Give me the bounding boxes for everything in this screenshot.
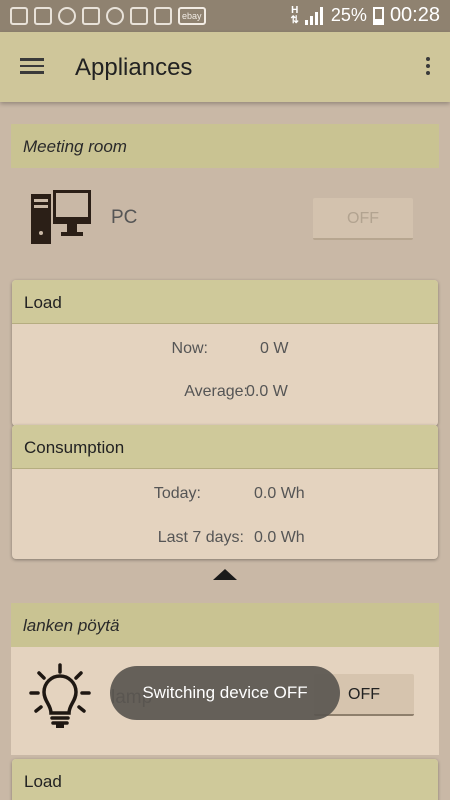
room-name: Meeting room (23, 137, 127, 156)
stat-row-last-7-days: Last 7 days: 0.0 Wh (12, 515, 438, 559)
page-title: Appliances (75, 54, 193, 81)
clock: 00:28 (389, 4, 440, 26)
desktop-computer-icon (31, 190, 91, 244)
hangouts-icon (58, 7, 76, 25)
device-row-pc: PC OFF (11, 168, 439, 266)
device-toggle-button[interactable]: OFF (313, 198, 413, 240)
stat-row-average: Average: 0.0 W (12, 370, 438, 414)
room-header-lanken-poyta: lanken pöytä (11, 603, 439, 647)
collapse-arrow-icon[interactable] (213, 569, 237, 580)
app-bar: Appliances (0, 32, 450, 102)
toast-message: Switching device OFF (110, 666, 340, 720)
room-name: lanken pöytä (23, 616, 120, 635)
battery-percent: 25% (330, 5, 367, 25)
stat-label: Now: (171, 340, 208, 357)
stat-value: 0.0 Wh (254, 485, 305, 502)
consumption-card: Consumption Today: 0.0 Wh Last 7 days: 0… (12, 425, 438, 559)
facebook-icon (34, 7, 52, 25)
stat-value: 0 W (260, 340, 289, 357)
rss-icon (130, 7, 148, 25)
chat-icon (10, 7, 28, 25)
stat-label: Average: (184, 383, 248, 400)
pause-icon (106, 7, 124, 25)
notification-icons: ebay (10, 7, 206, 25)
card-header: Consumption (12, 425, 438, 469)
card-title: Load (24, 293, 62, 312)
ebay-icon: ebay (178, 7, 206, 25)
card-header: Load (12, 280, 438, 324)
network-type-icon: H ⇅ (290, 4, 299, 26)
room-header-meeting-room: Meeting room (11, 124, 439, 168)
stat-value: 0.0 W (246, 383, 288, 400)
stat-row-now: Now: 0 W (12, 326, 438, 370)
battery-icon (372, 6, 384, 25)
load-card: Load (12, 759, 438, 800)
status-bar: ebay H ⇅ 25% 00:28 (0, 0, 450, 32)
stat-label: Today: (153, 485, 201, 502)
signal-icon (304, 6, 325, 25)
hamburger-menu-icon[interactable] (20, 54, 50, 80)
instagram-icon (154, 7, 172, 25)
card-title: Load (24, 772, 62, 791)
gallery-icon (82, 7, 100, 25)
card-title: Consumption (24, 438, 125, 457)
card-header: Load (12, 759, 438, 800)
stat-value: 0.0 Wh (254, 529, 305, 546)
overflow-menu-icon[interactable] (424, 54, 432, 80)
stat-row-today: Today: 0.0 Wh (12, 471, 438, 515)
load-card: Load Now: 0 W Average: 0.0 W (12, 280, 438, 426)
stat-label: Last 7 days: (157, 529, 244, 546)
lightbulb-icon (29, 663, 91, 728)
device-name: PC (111, 207, 138, 228)
